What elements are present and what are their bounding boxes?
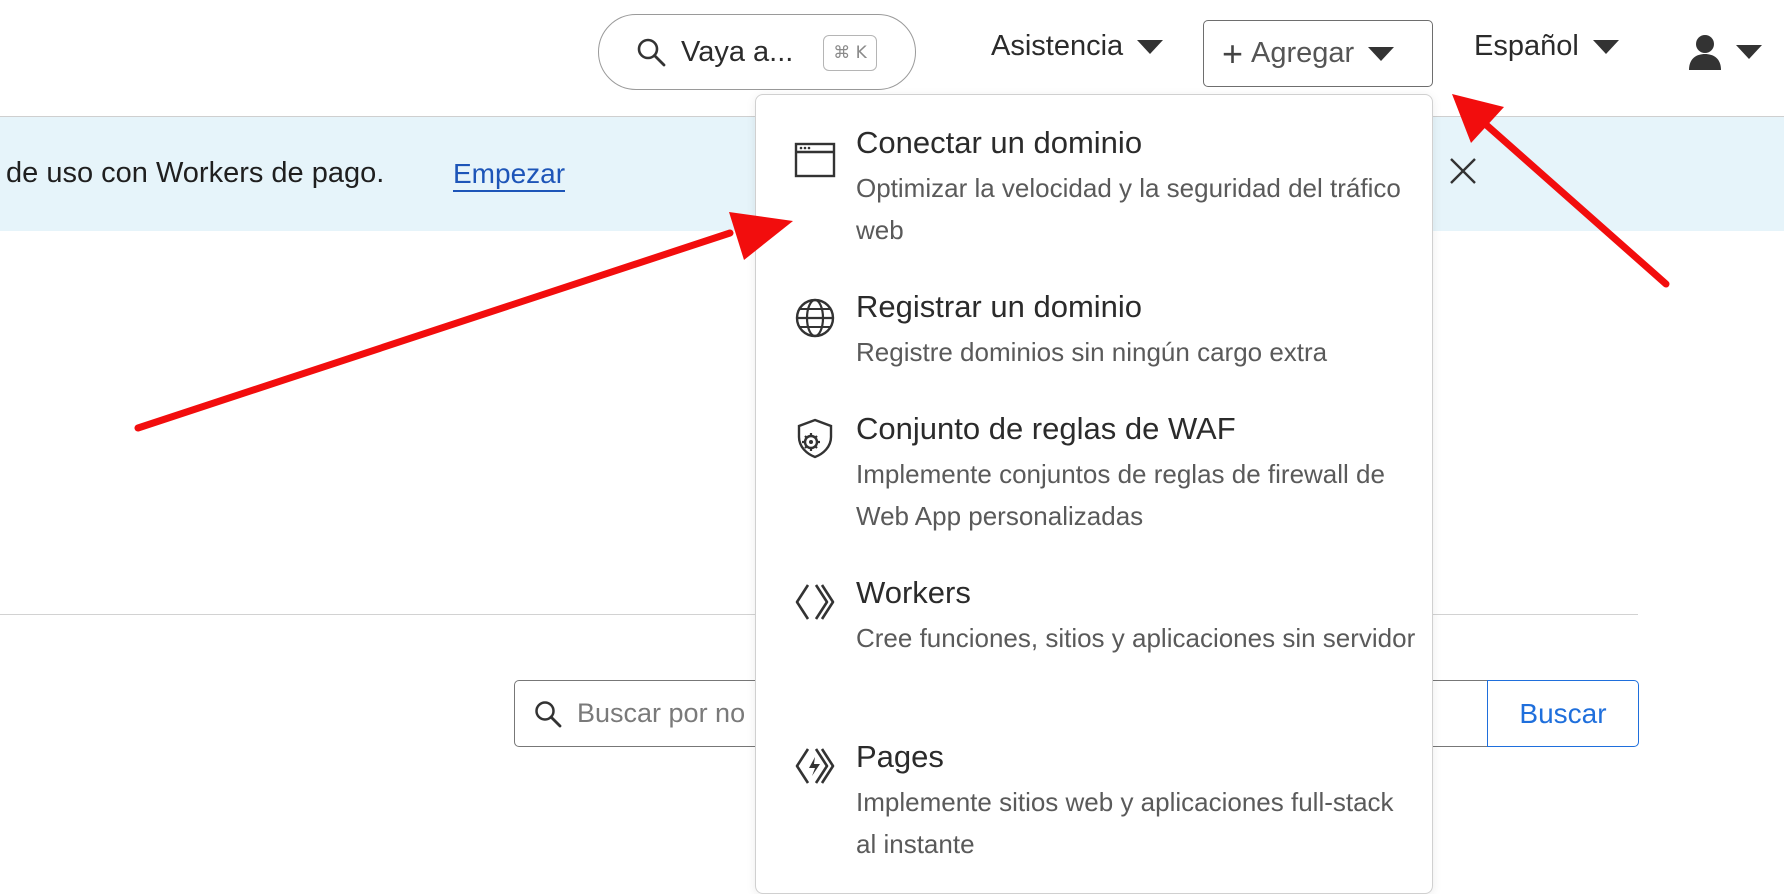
caret-down-icon [1736,45,1762,59]
language-label: Español [1474,30,1579,62]
menu-item-connect-domain[interactable]: Conectar un dominio Optimizar la velocid… [756,125,1434,265]
browser-window-icon [794,142,836,178]
banner-start-link[interactable]: Empezar [453,158,566,192]
menu-item-description: Implemente sitios web y aplicaciones ful… [856,787,1394,859]
menu-item-title: Workers [856,575,971,610]
add-button[interactable]: + Agregar [1203,20,1433,87]
search-icon [535,700,562,727]
language-selector[interactable]: Español [1474,30,1619,63]
search-icon [637,38,666,67]
menu-item-description: Implemente conjuntos de reglas de firewa… [856,459,1385,531]
help-menu-label: Asistencia [991,30,1124,62]
quick-search-label: Vaya a... [681,35,794,68]
menu-item-description: Cree funciones, sitios y aplicaciones si… [856,623,1416,653]
menu-item-description: Registre dominios sin ningún cargo extra [856,337,1328,367]
add-button-label: Agregar [1251,37,1355,69]
menu-item-register-domain[interactable]: Registrar un dominio Registre dominios s… [756,289,1434,379]
caret-down-icon [1368,46,1395,61]
menu-item-title: Conectar un dominio [856,125,1143,160]
banner-text: de uso con Workers de pago. [6,157,385,189]
menu-item-description: Optimizar la velocidad y la seguridad de… [856,173,1401,245]
annotation-arrow-menu-item [134,212,793,432]
workers-icon [795,584,835,620]
search-placeholder: Buscar por no [577,698,746,728]
search-button[interactable]: Buscar [1487,680,1639,747]
caret-down-icon [1137,39,1164,54]
menu-item-workers[interactable]: Workers Cree funciones, sitios y aplicac… [756,575,1434,715]
globe-icon [795,298,835,338]
pages-icon [795,748,835,784]
menu-item-title: Conjunto de reglas de WAF [856,411,1236,446]
shield-gear-icon [797,418,833,459]
caret-down-icon [1592,39,1619,54]
add-dropdown-menu: Conectar un dominio Optimizar la velocid… [755,94,1433,894]
plus-icon: + [1222,32,1244,74]
menu-item-title: Registrar un dominio [856,289,1143,324]
menu-item-waf-ruleset[interactable]: Conjunto de reglas de WAF Implemente con… [756,411,1434,551]
user-menu-button[interactable] [1688,34,1762,70]
user-avatar-icon [1689,35,1721,70]
menu-item-pages[interactable]: Pages Implemente sitios web y aplicacion… [756,739,1434,879]
quick-search-button[interactable]: Vaya a... ⌘ K [598,14,916,90]
help-menu-button[interactable]: Asistencia [991,30,1164,63]
menu-item-title: Pages [856,739,944,774]
keyboard-shortcut-badge: ⌘ K [823,35,877,71]
close-icon[interactable] [1448,156,1478,186]
